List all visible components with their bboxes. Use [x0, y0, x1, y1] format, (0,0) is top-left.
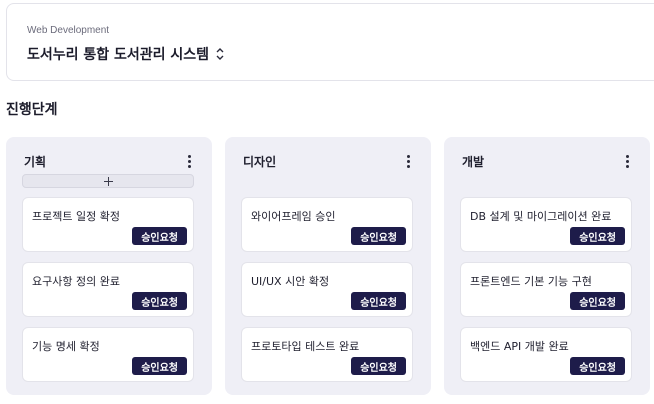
approval-request-button[interactable]: 승인요청: [351, 292, 406, 310]
section-title: 진행단계: [6, 102, 58, 118]
project-title: 도서누리 통합 도서관리 시스템: [27, 47, 210, 63]
project-header-card: Web Development 도서누리 통합 도서관리 시스템: [6, 3, 654, 81]
task-card[interactable]: 프론트엔드 기본 기능 구현 승인요청: [460, 262, 632, 317]
approval-request-button[interactable]: 승인요청: [132, 227, 187, 245]
approval-request-button[interactable]: 승인요청: [351, 357, 406, 375]
add-task-button[interactable]: [22, 174, 194, 188]
chevron-up-down-icon: [216, 48, 224, 60]
task-title: 백엔드 API 개발 완료: [470, 340, 569, 353]
task-title: 요구사항 정의 완료: [32, 275, 120, 288]
approval-request-button[interactable]: 승인요청: [570, 357, 625, 375]
task-title: 프로토타입 테스트 완료: [251, 340, 360, 353]
kebab-menu-icon[interactable]: [620, 153, 634, 169]
column-planning: 기획 프로젝트 일정 확정 승인요청 요구사항 정의 완료 승인요청 기능 명세…: [6, 137, 212, 395]
task-card[interactable]: 프로젝트 일정 확정 승인요청: [22, 197, 194, 252]
kebab-menu-icon[interactable]: [401, 153, 415, 169]
task-card[interactable]: 기능 명세 확정 승인요청: [22, 327, 194, 382]
task-card[interactable]: 프로토타입 테스트 완료 승인요청: [241, 327, 413, 382]
task-title: 프로젝트 일정 확정: [32, 210, 120, 223]
task-title: UI/UX 시안 확정: [251, 275, 330, 288]
task-title: 기능 명세 확정: [32, 340, 100, 353]
approval-request-button[interactable]: 승인요청: [132, 292, 187, 310]
column-development: 개발 DB 설계 및 마이그레이션 완료 승인요청 프론트엔드 기본 기능 구현…: [444, 137, 650, 395]
project-selector[interactable]: 도서누리 통합 도서관리 시스템: [27, 44, 225, 64]
column-title: 디자인: [243, 154, 277, 169]
approval-request-button[interactable]: 승인요청: [570, 292, 625, 310]
task-card[interactable]: UI/UX 시안 확정 승인요청: [241, 262, 413, 317]
approval-request-button[interactable]: 승인요청: [570, 227, 625, 245]
column-design: 디자인 와이어프레임 승인 승인요청 UI/UX 시안 확정 승인요청 프로토타…: [225, 137, 431, 395]
task-title: 와이어프레임 승인: [251, 210, 336, 223]
task-card[interactable]: 와이어프레임 승인 승인요청: [241, 197, 413, 252]
kebab-menu-icon[interactable]: [182, 153, 196, 169]
approval-request-button[interactable]: 승인요청: [132, 357, 187, 375]
plus-icon: [103, 176, 113, 186]
column-title: 기획: [24, 154, 47, 169]
task-title: DB 설계 및 마이그레이션 완료: [470, 210, 612, 223]
column-header: 디자인: [243, 152, 415, 170]
column-header: 기획: [24, 152, 196, 170]
task-title: 프론트엔드 기본 기능 구현: [470, 275, 592, 288]
column-title: 개발: [462, 154, 485, 169]
task-card[interactable]: 요구사항 정의 완료 승인요청: [22, 262, 194, 317]
approval-request-button[interactable]: 승인요청: [351, 227, 406, 245]
task-card[interactable]: 백엔드 API 개발 완료 승인요청: [460, 327, 632, 382]
task-card[interactable]: DB 설계 및 마이그레이션 완료 승인요청: [460, 197, 632, 252]
project-category: Web Development: [27, 25, 110, 36]
column-header: 개발: [462, 152, 634, 170]
